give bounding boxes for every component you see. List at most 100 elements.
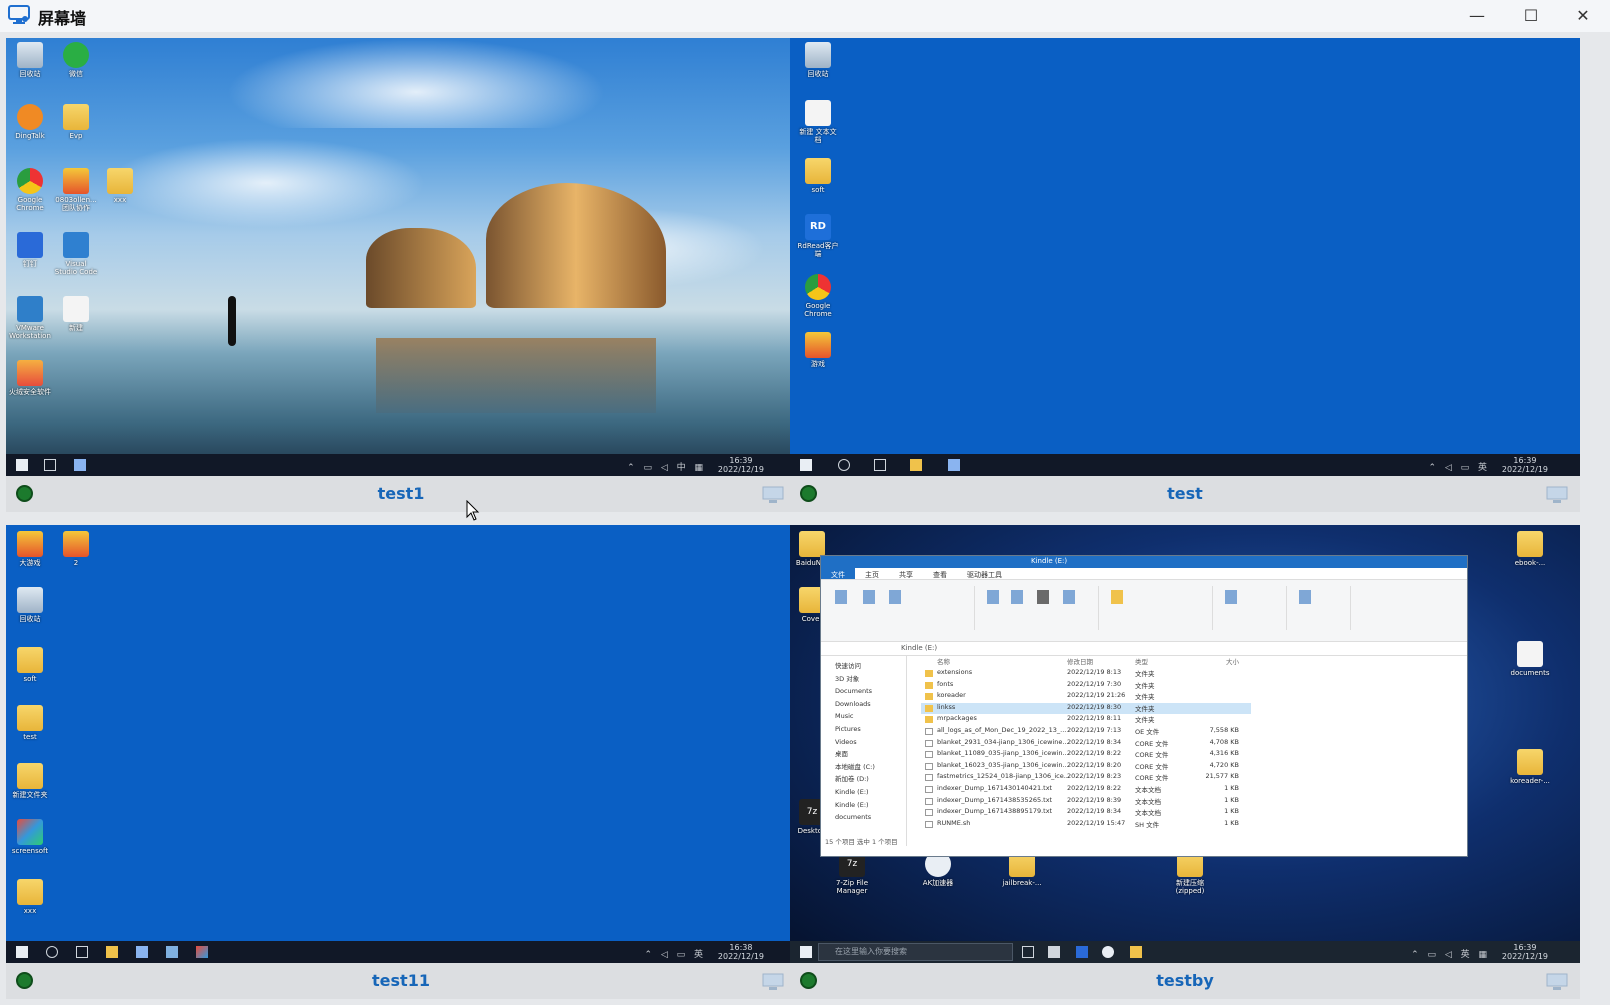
file-explorer-window[interactable]: Kindle (E:) 文件 主页 共享 查看 驱动器工具 Kindle (E:… [820, 555, 1468, 857]
taskbar-clock[interactable]: 16:39 2022/12/19 [1502, 943, 1548, 961]
desktop-icon[interactable]: VMware Workstation [8, 296, 52, 340]
desktop-icon[interactable]: soft [796, 158, 840, 194]
file-explorer-icon[interactable] [910, 459, 922, 471]
file-row[interactable]: extensions 2022/12/19 8:13 文件夹 [921, 668, 1251, 680]
nav-item[interactable]: Pictures [835, 723, 906, 736]
remote-screen[interactable]: 回收站 微信 DingTalk Evp Google Chrome 0803ol… [6, 38, 796, 476]
desktop-icon[interactable]: Google Chrome [8, 168, 52, 212]
monitor-icon[interactable] [762, 486, 784, 504]
monitor-icon[interactable] [762, 973, 784, 991]
screen-panel-test1[interactable]: 回收站 微信 DingTalk Evp Google Chrome 0803ol… [6, 38, 796, 512]
file-row[interactable]: mrpackages 2022/12/19 8:11 文件夹 [921, 714, 1251, 726]
file-row[interactable]: indexer_Dump_1671430140421.txt 2022/12/19… [921, 784, 1251, 796]
app-icon[interactable] [166, 946, 178, 958]
desktop-icon[interactable]: Visual Studio Code [54, 232, 98, 276]
tab-home[interactable]: 主页 [855, 568, 889, 579]
nav-item[interactable]: 新加卷 (D:) [835, 773, 906, 786]
delete-icon[interactable] [1037, 590, 1049, 604]
close-button[interactable]: ✕ [1560, 0, 1606, 30]
task-view-icon[interactable] [874, 459, 886, 471]
monitor-icon[interactable] [1546, 486, 1568, 504]
rename-icon[interactable] [1063, 590, 1075, 604]
nav-item[interactable]: Videos [835, 736, 906, 749]
desktop-icon[interactable]: 新建 文本文档 [796, 100, 840, 144]
search-icon[interactable] [46, 946, 58, 958]
file-row[interactable]: koreader 2022/12/19 21:26 文件夹 [921, 691, 1251, 703]
nav-item[interactable]: 3D 对象 [835, 673, 906, 686]
task-view-icon[interactable] [1022, 946, 1034, 958]
app-icon[interactable] [1076, 946, 1088, 958]
file-row[interactable]: RUNME.sh 2022/12/19 15:47 SH 文件 1 KB [921, 819, 1251, 831]
screen-panel-testby[interactable]: BaiduNet Cover 7z Desktop 7z 7-Zip File Ma… [790, 525, 1580, 999]
copy-icon[interactable] [863, 590, 875, 604]
start-icon[interactable] [16, 946, 28, 958]
desktop-icon[interactable]: test [8, 705, 52, 741]
properties-icon[interactable] [1225, 590, 1237, 604]
tab-view[interactable]: 查看 [923, 568, 957, 579]
copy-to-icon[interactable] [1011, 590, 1023, 604]
move-icon[interactable] [987, 590, 999, 604]
select-all-icon[interactable] [1299, 590, 1311, 604]
file-row[interactable]: blanket_16023_035-jianp_1306_icewin... 20… [921, 761, 1251, 773]
start-icon[interactable] [16, 459, 28, 471]
app-icon[interactable] [1048, 946, 1060, 958]
desktop-icon[interactable]: Google Chrome [796, 274, 840, 318]
file-row[interactable]: fonts 2022/12/19 7:30 文件夹 [921, 680, 1251, 692]
nav-item[interactable]: Music [835, 710, 906, 723]
file-row[interactable]: blanket_2931_034-jianp_1306_icewine... 20… [921, 738, 1251, 750]
desktop-icon[interactable]: xxx [8, 879, 52, 915]
tab-file[interactable]: 文件 [821, 568, 855, 579]
desktop-icon[interactable]: screensoft [8, 819, 52, 855]
taskbar-clock[interactable]: 16:38 2022/12/19 [718, 943, 764, 961]
paste-icon[interactable] [889, 590, 901, 604]
column-name[interactable]: 名称 [937, 656, 950, 666]
monitor-icon[interactable] [1546, 973, 1568, 991]
remote-screen[interactable]: 回收站 新建 文本文档 soft RD RdRead客户端 Google Chro… [790, 38, 1580, 476]
start-icon[interactable] [800, 946, 812, 958]
desktop-icon[interactable]: documents [1508, 641, 1552, 677]
desktop-icon[interactable]: 0803ollen... 团队协作 [54, 168, 98, 212]
address-bar[interactable]: Kindle (E:) [821, 642, 1467, 656]
desktop-icon[interactable]: ebook-... [1508, 531, 1552, 567]
desktop-icon[interactable]: xxx [98, 168, 142, 204]
remote-screen[interactable]: 大游戏 2 回收站 soft test 新建文件夹 screensoft xxx… [6, 525, 796, 963]
system-tray[interactable]: ⌃ ▭ ◁ 中 ▦ [627, 460, 706, 473]
desktop-icon[interactable]: soft [8, 647, 52, 683]
nav-item[interactable]: 本地磁盘 (C:) [835, 761, 906, 774]
tab-drive-tools[interactable]: 驱动器工具 [957, 568, 1012, 579]
nav-item[interactable]: 快速访问 [835, 660, 906, 673]
nav-item[interactable]: Downloads [835, 698, 906, 711]
nav-item[interactable]: documents [835, 811, 906, 824]
task-view-icon[interactable] [44, 459, 56, 471]
screen-app-icon[interactable] [196, 946, 208, 958]
nav-item[interactable]: Documents [835, 685, 906, 698]
screen-panel-test[interactable]: 回收站 新建 文本文档 soft RD RdRead客户端 Google Chro… [790, 38, 1580, 512]
desktop-icon[interactable]: 回收站 [8, 587, 52, 623]
desktop-icon[interactable]: 新建压缩(zipped) [1168, 851, 1212, 895]
explorer-title-bar[interactable]: Kindle (E:) [821, 556, 1467, 568]
desktop-icon[interactable]: 火绒安全软件 [8, 360, 52, 396]
taskbar-search-box[interactable]: 在这里输入你要搜索 [818, 943, 1013, 961]
desktop-icon[interactable]: DingTalk [8, 104, 52, 140]
desktop-icon[interactable]: 回收站 [796, 42, 840, 78]
desktop-icon[interactable]: 钉钉 [8, 232, 52, 268]
desktop-icon[interactable]: 游戏 [796, 332, 840, 368]
taskbar-clock[interactable]: 16:39 2022/12/19 [718, 456, 764, 474]
minimize-button[interactable]: — [1454, 0, 1500, 30]
file-row[interactable]: indexer_Dump_1671438895179.txt 2022/12/19… [921, 807, 1251, 819]
desktop-icon[interactable]: RD RdRead客户端 [796, 214, 840, 258]
file-row[interactable]: indexer_Dump_1671438535265.txt 2022/12/19… [921, 796, 1251, 808]
app-icon[interactable] [948, 459, 960, 471]
file-explorer-icon[interactable] [106, 946, 118, 958]
column-type[interactable]: 类型 [1135, 656, 1148, 666]
desktop-icon[interactable]: Evp [54, 104, 98, 140]
search-icon[interactable] [838, 459, 850, 471]
new-folder-icon[interactable] [1111, 590, 1123, 604]
app-icon[interactable] [136, 946, 148, 958]
system-tray[interactable]: ⌃ ▭ ◁ 英 ▦ [1411, 947, 1490, 960]
system-tray[interactable]: ⌃ ◁ ▭ 英 [644, 947, 706, 960]
task-view-icon[interactable] [76, 946, 88, 958]
desktop-icon[interactable]: 新建文件夹 [8, 763, 52, 799]
file-row[interactable]: linkss 2022/12/19 8:30 文件夹 [921, 702, 1251, 715]
system-tray[interactable]: ⌃ ◁ ▭ 英 [1428, 460, 1490, 473]
